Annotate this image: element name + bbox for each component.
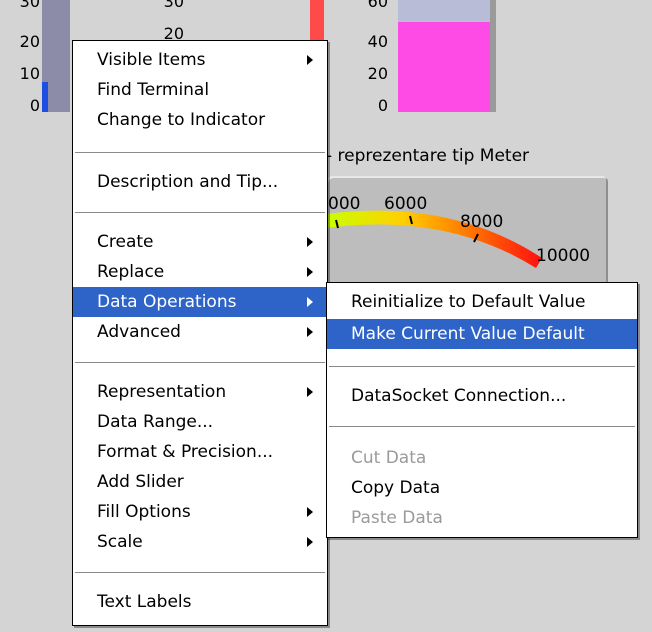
submenu-item-copy-data[interactable]: Copy Data: [327, 473, 637, 503]
meter-title: - reprezentare tip Meter: [326, 146, 530, 166]
meter-label-4000: 000: [328, 194, 361, 214]
submenu-arrow-icon: [307, 537, 313, 547]
meter-label-8000: 8000: [460, 212, 504, 232]
menu-item-representation[interactable]: Representation: [73, 377, 327, 407]
menu-label: Data Range...: [97, 412, 214, 432]
menu-separator: [75, 212, 325, 214]
menu-label: Make Current Value Default: [351, 324, 585, 344]
right-scale-label-40: 40: [367, 32, 388, 51]
meter-label-10000: 10000: [536, 246, 591, 266]
menu-item-data-operations[interactable]: Data Operations: [73, 287, 327, 317]
menu-item-fill-options[interactable]: Fill Options: [73, 497, 327, 527]
tank-fill: [398, 22, 490, 112]
submenu-arrow-icon: [307, 327, 313, 337]
menu-label: Find Terminal: [97, 80, 210, 100]
menu-label: Copy Data: [351, 478, 441, 498]
menu-separator: [75, 152, 325, 154]
context-menu: Visible Items Find Terminal Change to In…: [72, 40, 328, 626]
left-slider-fill: [42, 82, 48, 112]
menu-label: Format & Precision...: [97, 442, 274, 462]
menu-item-scale[interactable]: Scale: [73, 527, 327, 557]
menu-label: Create: [97, 232, 154, 252]
tank-shadow: [490, 0, 496, 112]
mid-scale: 30 20: [150, 0, 184, 42]
menu-item-replace[interactable]: Replace: [73, 257, 327, 287]
menu-label: Representation: [97, 382, 227, 402]
left-scale-label-10: 10: [19, 64, 40, 83]
submenu-item-datasocket-connection[interactable]: DataSocket Connection...: [327, 381, 637, 411]
left-scale-label-0: 0: [29, 96, 40, 115]
submenu-item-paste-data: Paste Data: [327, 503, 637, 533]
meter-label-6000: 6000: [384, 194, 428, 214]
left-scale-label-20: 20: [19, 32, 40, 51]
menu-separator: [329, 366, 635, 368]
menu-label: Visible Items: [97, 50, 206, 70]
submenu-arrow-icon: [307, 55, 313, 65]
submenu-arrow-icon: [307, 237, 313, 247]
tank-top: [398, 0, 490, 22]
menu-label: Reinitialize to Default Value: [351, 292, 586, 312]
submenu-arrow-icon: [307, 297, 313, 307]
menu-item-change-to-indicator[interactable]: Change to Indicator: [73, 105, 327, 135]
submenu-arrow-icon: [307, 387, 313, 397]
mid-slider-fill[interactable]: [310, 0, 324, 40]
left-scale: 30 20 10 0: [0, 0, 40, 120]
submenu-arrow-icon: [307, 507, 313, 517]
menu-label: Fill Options: [97, 502, 191, 522]
menu-item-visible-items[interactable]: Visible Items: [73, 45, 327, 75]
menu-label: Change to Indicator: [97, 110, 266, 130]
menu-label: Advanced: [97, 322, 181, 342]
menu-label: Add Slider: [97, 472, 184, 492]
menu-label: Cut Data: [351, 448, 427, 468]
menu-label: Data Operations: [97, 292, 237, 312]
right-scale: 60 40 20 0: [348, 0, 388, 120]
right-scale-label-20: 20: [367, 64, 388, 83]
menu-label: Scale: [97, 532, 143, 552]
menu-item-advanced[interactable]: Advanced: [73, 317, 327, 347]
menu-item-description-and-tip[interactable]: Description and Tip...: [73, 167, 327, 197]
menu-label: Text Labels: [97, 592, 192, 612]
data-operations-submenu: Reinitialize to Default Value Make Curre…: [326, 282, 638, 538]
submenu-item-make-current-default[interactable]: Make Current Value Default: [327, 319, 637, 349]
menu-label: Description and Tip...: [97, 172, 279, 192]
menu-item-data-range[interactable]: Data Range...: [73, 407, 327, 437]
left-scale-label-30: 30: [19, 0, 40, 11]
submenu-item-reinitialize-default[interactable]: Reinitialize to Default Value: [327, 287, 637, 317]
mid-scale-label-30: 30: [163, 0, 184, 11]
submenu-arrow-icon: [307, 267, 313, 277]
menu-item-create[interactable]: Create: [73, 227, 327, 257]
menu-item-format-precision[interactable]: Format & Precision...: [73, 437, 327, 467]
menu-item-find-terminal[interactable]: Find Terminal: [73, 75, 327, 105]
menu-item-text-labels[interactable]: Text Labels: [73, 587, 327, 617]
right-scale-label-0: 0: [377, 96, 388, 115]
submenu-item-cut-data: Cut Data: [327, 443, 637, 473]
menu-label: Paste Data: [351, 508, 443, 528]
menu-item-add-slider[interactable]: Add Slider: [73, 467, 327, 497]
menu-separator: [75, 362, 325, 364]
menu-separator: [75, 572, 325, 574]
menu-label: DataSocket Connection...: [351, 386, 567, 406]
menu-separator: [329, 426, 635, 428]
right-scale-label-60: 60: [367, 0, 388, 11]
menu-label: Replace: [97, 262, 165, 282]
